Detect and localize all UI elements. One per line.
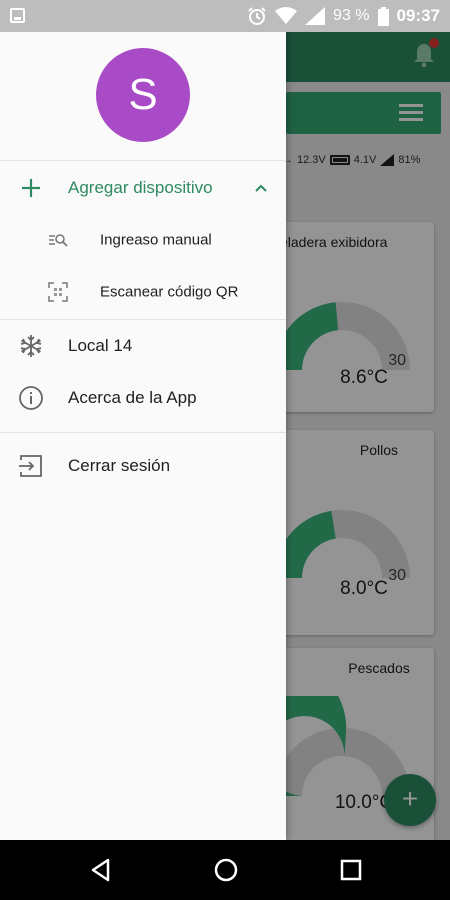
- status-bar: 93 % 09:37: [0, 0, 450, 32]
- plus-icon: [22, 179, 40, 197]
- battery-icon: [377, 6, 389, 26]
- scan-qr-menu-item[interactable]: Escanear código QR: [0, 266, 286, 318]
- local-label: Local 14: [68, 336, 133, 355]
- logout-label: Cerrar sesión: [68, 456, 171, 475]
- manual-search-icon: [49, 234, 68, 247]
- home-icon[interactable]: [211, 855, 241, 885]
- clock: 09:37: [396, 6, 440, 25]
- drawer-header: S: [0, 32, 286, 160]
- divider: [0, 432, 286, 433]
- add-device-label: Agregar dispositivo: [68, 178, 213, 197]
- image-notification-icon: [10, 8, 25, 23]
- qr-scan-icon: [48, 282, 68, 302]
- avatar[interactable]: S: [96, 48, 190, 142]
- about-label: Acerca de la App: [68, 388, 197, 407]
- navigation-drawer: S Agregar dispositivo Ingreaso manual Es…: [0, 0, 286, 840]
- alarm-icon: [248, 7, 266, 25]
- cell-signal-icon: [305, 7, 326, 25]
- add-device-menu-item[interactable]: Agregar dispositivo: [0, 162, 286, 214]
- logout-icon: [19, 455, 42, 477]
- chevron-up-icon[interactable]: [254, 183, 268, 193]
- manual-entry-menu-item[interactable]: Ingreaso manual: [0, 214, 286, 266]
- info-icon: [19, 386, 43, 410]
- system-navigation-bar: [0, 840, 450, 900]
- about-menu-item[interactable]: Acerca de la App: [0, 372, 286, 424]
- manual-entry-label: Ingreaso manual: [100, 231, 212, 249]
- wifi-icon: [275, 7, 298, 24]
- scan-qr-label: Escanear código QR: [100, 283, 239, 301]
- battery-percent: 93 %: [333, 7, 370, 24]
- logout-menu-item[interactable]: Cerrar sesión: [0, 440, 286, 492]
- local-menu-item[interactable]: Local 14: [0, 320, 286, 372]
- back-icon[interactable]: [86, 855, 116, 885]
- divider: [0, 160, 286, 161]
- snowflake-icon: [20, 335, 42, 357]
- recents-icon[interactable]: [336, 855, 366, 885]
